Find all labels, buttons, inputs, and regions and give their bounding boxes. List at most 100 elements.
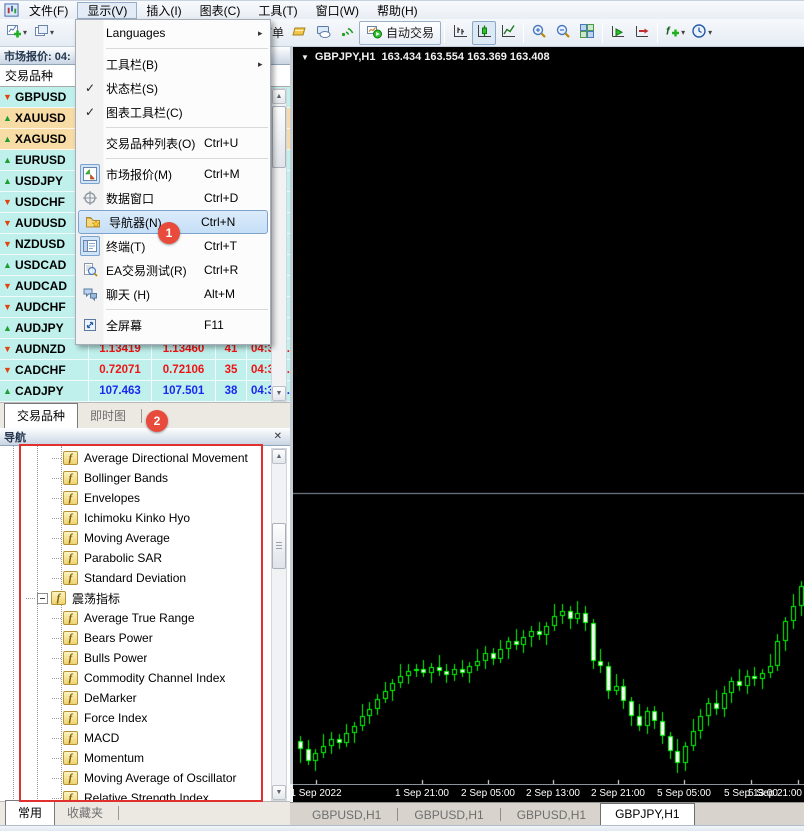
- tree-item-commodity-channel-index[interactable]: fCommodity Channel Index: [0, 668, 290, 688]
- menu-item-shortcut: Ctrl+T: [204, 239, 258, 253]
- menu-separator: [106, 309, 268, 310]
- time-axis-label: 5 Sep 21:00: [748, 788, 802, 799]
- add-indicator-button[interactable]: f▾: [661, 21, 688, 45]
- menubar-item-file[interactable]: 文件(F): [20, 2, 77, 19]
- scroll-up-icon: ▲: [276, 93, 283, 100]
- price-down-arrow-icon: ▼: [0, 218, 15, 228]
- chart-tab-1[interactable]: GBPUSD,H1: [400, 806, 497, 825]
- collapse-minus-icon[interactable]: [37, 593, 48, 604]
- tree-item-moving-average-of-oscillator[interactable]: fMoving Average of Oscillator: [0, 768, 290, 788]
- menu-item-label: 工具栏(B): [104, 56, 204, 73]
- price-up-arrow-icon: ▲: [0, 260, 15, 270]
- tree-item-force-index[interactable]: fForce Index: [0, 708, 290, 728]
- menu-item-chat[interactable]: 聊天 (H)Alt+M: [76, 282, 270, 306]
- menu-item-charts-toolbar[interactable]: ✓图表工具栏(C): [76, 100, 270, 124]
- indicator-function-icon: f: [63, 451, 78, 465]
- chart-tab-0[interactable]: GBPUSD,H1: [298, 806, 395, 825]
- menubar-item-help[interactable]: 帮助(H): [368, 2, 427, 19]
- price-chart-canvas[interactable]: [293, 47, 804, 784]
- dropdown-caret-icon[interactable]: ▾: [50, 28, 54, 37]
- tree-item-parabolic-sar[interactable]: fParabolic SAR: [0, 548, 290, 568]
- metaeditor-button[interactable]: [287, 21, 311, 45]
- navigator-icon: [83, 212, 103, 232]
- navigator-tab-0[interactable]: 常用: [5, 800, 55, 825]
- menu-item-gutter: ✓: [76, 105, 104, 119]
- close-icon[interactable]: ✕: [274, 431, 286, 442]
- tree-item-envelopes[interactable]: fEnvelopes: [0, 488, 290, 508]
- terminal-icon: [80, 236, 100, 256]
- symbol-row-cadchf[interactable]: ▼CADCHF0.720710.721063504:33...: [0, 360, 290, 381]
- tab-divider: [141, 409, 142, 423]
- menu-item-toolbars[interactable]: 工具栏(B)▸: [76, 52, 270, 76]
- autotrading-button[interactable]: 自动交易: [359, 21, 441, 45]
- tree-item-label: Bears Power: [84, 631, 153, 645]
- bar-chart-button[interactable]: [448, 21, 472, 45]
- menu-item-status-bar[interactable]: ✓状态栏(S): [76, 76, 270, 100]
- navigator-tab-1[interactable]: 收藏夹: [55, 802, 115, 824]
- dropdown-caret-icon[interactable]: ▾: [681, 28, 685, 37]
- menu-item-label: EA交易测试(R): [104, 262, 204, 279]
- scroll-down-button[interactable]: ▼: [272, 386, 286, 401]
- tree-item-moving-average[interactable]: fMoving Average: [0, 528, 290, 548]
- tree-item-ichimoku-kinko-hyo[interactable]: fIchimoku Kinko Hyo: [0, 508, 290, 528]
- signals-button[interactable]: [335, 21, 359, 45]
- menubar-item-tools[interactable]: 工具(T): [249, 2, 306, 19]
- market-watch-tab-1[interactable]: 即时图: [78, 405, 138, 427]
- dropdown-caret-icon[interactable]: ▾: [23, 28, 27, 37]
- menu-item-symbols-list[interactable]: 交易品种列表(O)Ctrl+U: [76, 131, 270, 155]
- indicator-function-icon: f: [63, 751, 78, 765]
- tree-item-震荡指标[interactable]: f震荡指标: [0, 588, 290, 608]
- tree-item-label: Standard Deviation: [84, 571, 186, 585]
- line-chart-button[interactable]: [496, 21, 520, 45]
- market-watch-tab-0[interactable]: 交易品种: [4, 403, 78, 428]
- menu-item-fullscreen[interactable]: 全屏幕F11: [76, 313, 270, 337]
- menu-item-market-watch[interactable]: 市场报价(M)Ctrl+M: [76, 162, 270, 186]
- menu-separator: [106, 48, 268, 49]
- tree-item-demarker[interactable]: fDeMarker: [0, 688, 290, 708]
- timeframes-button[interactable]: ▾: [688, 21, 715, 45]
- navigator-scrollbar[interactable]: ▲ ▼: [271, 448, 287, 801]
- menubar-item-insert[interactable]: 插入(I): [137, 2, 190, 19]
- menu-item-gutter: [76, 284, 104, 304]
- tree-item-bollinger-bands[interactable]: fBollinger Bands: [0, 468, 290, 488]
- chart-tab-2[interactable]: GBPUSD,H1: [503, 806, 600, 825]
- dropdown-caret-icon[interactable]: ▾: [708, 28, 712, 37]
- auto-scroll-button[interactable]: [606, 21, 630, 45]
- zoom-out-icon: [555, 23, 571, 42]
- scroll-up-button[interactable]: ▲: [272, 89, 286, 104]
- scroll-up-button[interactable]: ▲: [272, 449, 286, 464]
- menubar-item-view[interactable]: 显示(V): [77, 2, 137, 19]
- menu-item-languages[interactable]: Languages▸: [76, 21, 270, 45]
- tree-item-bulls-power[interactable]: fBulls Power: [0, 648, 290, 668]
- tab-divider: [397, 808, 398, 821]
- candlestick-chart-button[interactable]: [472, 21, 496, 45]
- zoom-in-button[interactable]: [527, 21, 551, 45]
- market-watch-scrollbar[interactable]: ▲ ▼: [271, 88, 287, 402]
- scroll-up-icon: ▲: [276, 453, 283, 460]
- menu-item-label: 聊天 (H): [104, 286, 204, 303]
- time-axis[interactable]: 1 Sep 20221 Sep 21:002 Sep 05:002 Sep 13…: [293, 784, 804, 802]
- menubar-item-window[interactable]: 窗口(W): [307, 2, 368, 19]
- tree-item-standard-deviation[interactable]: fStandard Deviation: [0, 568, 290, 588]
- new-chart-button[interactable]: ▾: [3, 21, 30, 45]
- symbol-row-cadjpy[interactable]: ▲CADJPY107.463107.5013804:33...: [0, 381, 290, 402]
- tree-item-average-true-range[interactable]: fAverage True Range: [0, 608, 290, 628]
- menubar-item-charts[interactable]: 图表(C): [191, 2, 250, 19]
- scrollbar-thumb[interactable]: [272, 106, 286, 168]
- tree-item-bears-power[interactable]: fBears Power: [0, 628, 290, 648]
- menu-item-strategy-tester[interactable]: EA交易测试(R)Ctrl+R: [76, 258, 270, 282]
- chart-tab-3[interactable]: GBPJPY,H1: [600, 803, 694, 825]
- scroll-down-button[interactable]: ▼: [272, 785, 286, 800]
- scrollbar-thumb[interactable]: [272, 523, 286, 569]
- tile-windows-button[interactable]: [575, 21, 599, 45]
- tree-item-momentum[interactable]: fMomentum: [0, 748, 290, 768]
- tree-item-average-directional-movement[interactable]: fAverage Directional Movement: [0, 448, 290, 468]
- chart-shift-button[interactable]: [630, 21, 654, 45]
- menu-item-data-window[interactable]: 数据窗口Ctrl+D: [76, 186, 270, 210]
- profiles-button[interactable]: ▾: [30, 21, 57, 45]
- chat-icon: [80, 284, 100, 304]
- tree-item-macd[interactable]: fMACD: [0, 728, 290, 748]
- virtual-hosting-button[interactable]: [311, 21, 335, 45]
- zoom-out-button[interactable]: [551, 21, 575, 45]
- toolbar-separator: [602, 23, 603, 43]
